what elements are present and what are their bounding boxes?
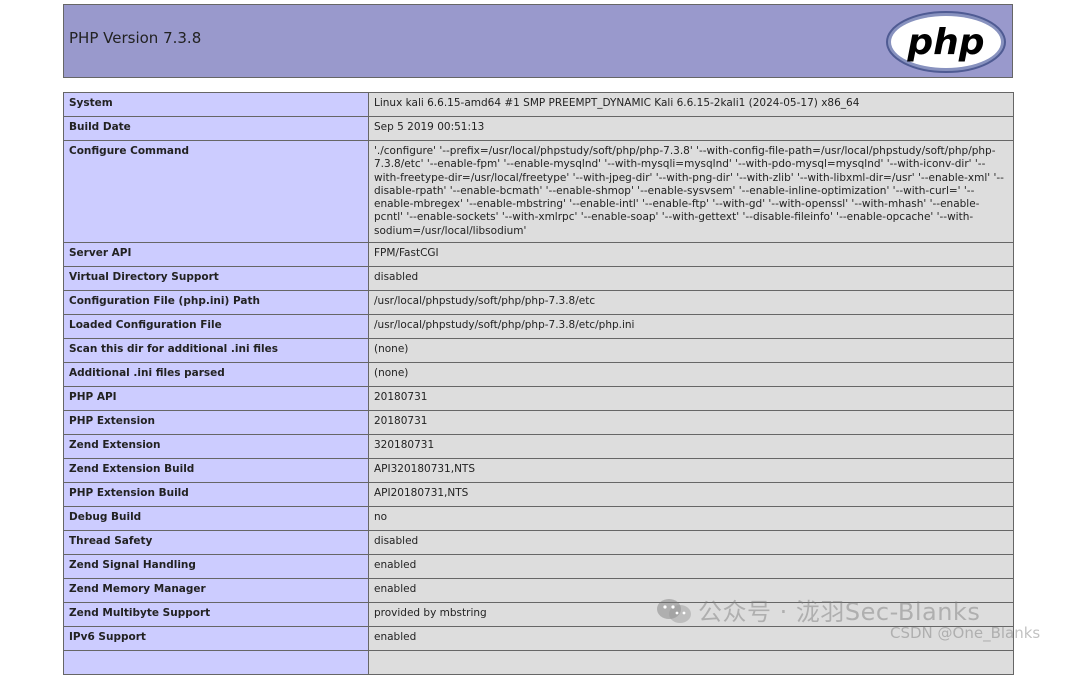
row-label: Zend Signal Handling — [63, 554, 369, 580]
php-logo-icon: php — [886, 11, 1006, 73]
table-row: System Linux kali 6.6.15-amd64 #1 SMP PRE… — [63, 92, 1014, 117]
row-value: Sep 5 2019 00:51:13 — [368, 116, 1014, 141]
row-value: 20180731 — [368, 386, 1014, 412]
php-info-table: System Linux kali 6.6.15-amd64 #1 SMP PRE… — [63, 92, 1014, 675]
wechat-watermark: 公众号 · 泷羽Sec-Blanks — [656, 592, 980, 627]
row-value: (none) — [368, 338, 1014, 364]
svg-text:php: php — [906, 22, 984, 63]
table-row: Debug Build no — [63, 506, 1014, 532]
table-row: Zend Extension 320180731 — [63, 434, 1014, 460]
page-title: PHP Version 7.3.8 — [69, 29, 202, 47]
row-value: (none) — [368, 362, 1014, 388]
row-value: API320180731,NTS — [368, 458, 1014, 484]
csdn-watermark: CSDN @One_Blanks — [890, 624, 1041, 642]
php-version-header: PHP Version 7.3.8 php — [63, 4, 1013, 78]
row-value: 320180731 — [368, 434, 1014, 460]
row-label: System — [63, 92, 369, 117]
row-label: Zend Extension Build — [63, 458, 369, 484]
table-row: Virtual Directory Support disabled — [63, 266, 1014, 292]
table-row: Configure Command './configure' '--prefix… — [63, 139, 1014, 244]
table-row: Scan this dir for additional .ini files(… — [63, 338, 1014, 364]
row-label: Configure Command — [63, 139, 369, 244]
wechat-icon — [657, 599, 691, 623]
row-label: Zend Multibyte Support — [63, 602, 369, 628]
table-row: Zend Extension Build API320180731,NTS — [63, 458, 1014, 484]
row-value: disabled — [368, 530, 1014, 556]
row-label: Server API — [63, 242, 369, 268]
table-row: IPv6 Support enabled — [63, 626, 1014, 652]
row-label: Zend Memory Manager — [63, 578, 369, 604]
row-value: 20180731 — [368, 410, 1014, 436]
table-row: Zend Signal Handling enabled — [63, 554, 1014, 580]
row-label: Configuration File (php.ini) Path — [63, 290, 369, 316]
table-row: Server API FPM/FastCGI — [63, 242, 1014, 268]
row-label: IPv6 Support — [63, 626, 369, 652]
row-label: Additional .ini files parsed — [63, 362, 369, 388]
row-value: API20180731,NTS — [368, 482, 1014, 508]
row-value: /usr/local/phpstudy/soft/php/php-7.3.8/e… — [368, 290, 1014, 316]
row-value: FPM/FastCGI — [368, 242, 1014, 268]
table-row: Additional .ini files parsed (none) — [63, 362, 1014, 388]
table-row: PHP API 20180731 — [63, 386, 1014, 412]
row-value — [368, 650, 1014, 675]
row-label — [63, 650, 369, 675]
table-row: Configuration File (php.ini) Path/usr/lo… — [63, 290, 1014, 316]
watermark-text: 公众号 · 泷羽Sec-Blanks — [698, 598, 981, 626]
row-label: Thread Safety — [63, 530, 369, 556]
row-value: /usr/local/phpstudy/soft/php/php-7.3.8/e… — [368, 314, 1014, 340]
table-row: Build Date Sep 5 2019 00:51:13 — [63, 116, 1014, 141]
row-label: Debug Build — [63, 506, 369, 532]
row-label: Zend Extension — [63, 434, 369, 460]
row-value: disabled — [368, 266, 1014, 292]
table-row: PHP Extension 20180731 — [63, 410, 1014, 436]
table-row — [63, 650, 1014, 675]
row-label: Scan this dir for additional .ini files — [63, 338, 369, 364]
table-row: Thread Safety disabled — [63, 530, 1014, 556]
row-label: Virtual Directory Support — [63, 266, 369, 292]
row-value: Linux kali 6.6.15-amd64 #1 SMP PREEMPT_D… — [368, 92, 1014, 117]
row-label: PHP Extension — [63, 410, 369, 436]
row-value: './configure' '--prefix=/usr/local/phpst… — [368, 139, 1014, 244]
row-label: Loaded Configuration File — [63, 314, 369, 340]
row-value: enabled — [368, 554, 1014, 580]
row-label: PHP Extension Build — [63, 482, 369, 508]
row-label: Build Date — [63, 116, 369, 141]
table-row: PHP Extension Build API20180731,NTS — [63, 482, 1014, 508]
row-label: PHP API — [63, 386, 369, 412]
row-value: no — [368, 506, 1014, 532]
table-row: Loaded Configuration File/usr/local/phps… — [63, 314, 1014, 340]
